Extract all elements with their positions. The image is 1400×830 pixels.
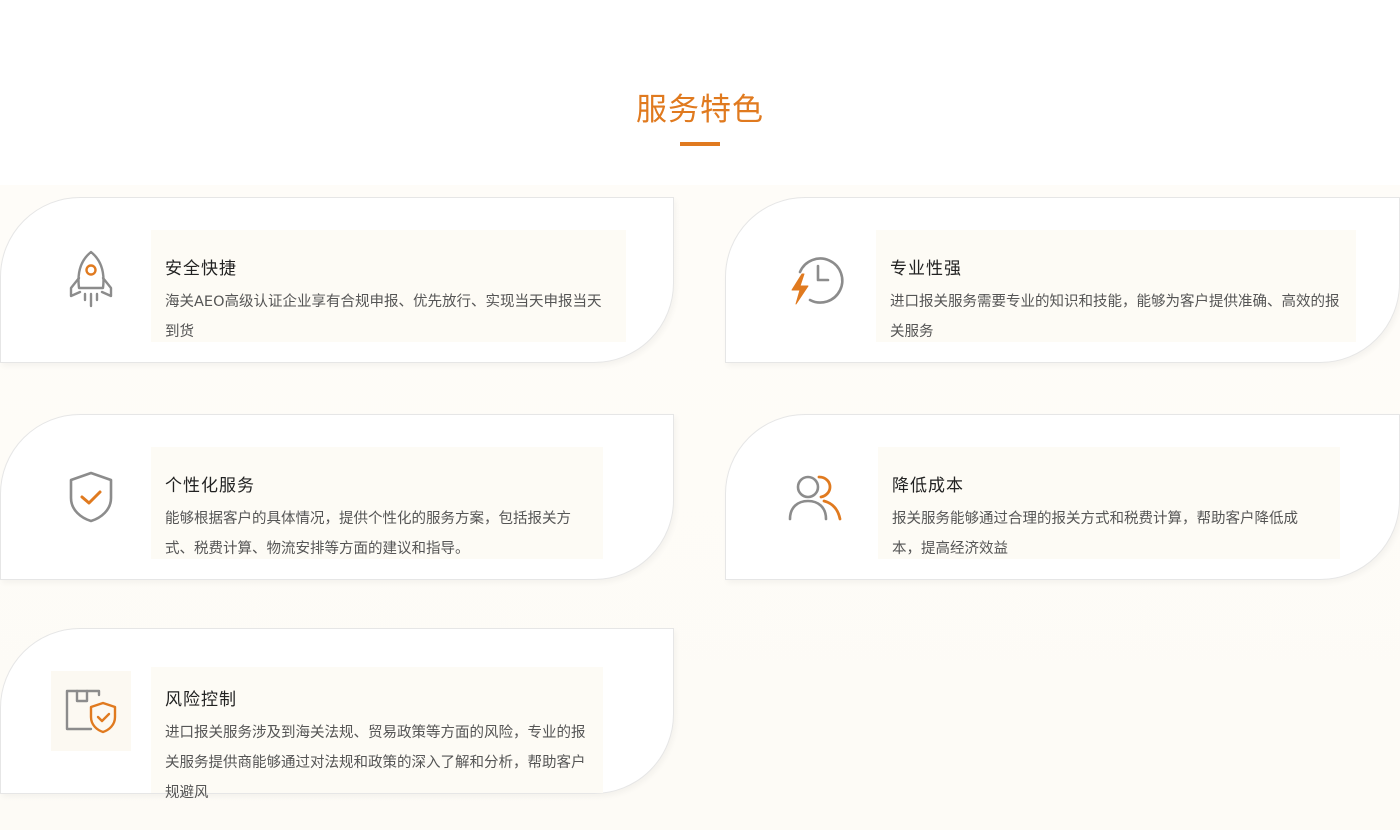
clock-lightning-icon bbox=[776, 240, 856, 320]
card-description: 海关AEO高级认证企业享有合规申报、优先放行、实现当天申报当天到货 bbox=[165, 294, 602, 340]
feature-card-risk-control: 风险控制 进口报关服务涉及到海关法规、贸易政策等方面的风险，专业的报关服务提供商… bbox=[0, 628, 674, 801]
section-title: 服务特色 bbox=[636, 92, 764, 128]
card-text: 专业性强 进口报关服务需要专业的知识和技能，能够为客户提供准确、高效的报关服务 bbox=[876, 230, 1356, 342]
card-title: 风险控制 bbox=[165, 690, 237, 710]
feature-card-personalized: 个性化服务 能够根据客户的具体情况，提供个性化的服务方案，包括报关方式、税费计算… bbox=[0, 414, 674, 580]
users-icon bbox=[776, 457, 856, 537]
feature-card-reduce-cost: 降低成本 报关服务能够通过合理的报关方式和税费计算，帮助客户降低成本，提高经济效… bbox=[725, 414, 1400, 580]
card-text: 个性化服务 能够根据客户的具体情况，提供个性化的服务方案，包括报关方式、税费计算… bbox=[151, 447, 603, 559]
card-description: 能够根据客户的具体情况，提供个性化的服务方案，包括报关方式、税费计算、物流安排等… bbox=[165, 511, 571, 557]
card-title: 降低成本 bbox=[892, 476, 964, 496]
card-title: 安全快捷 bbox=[165, 259, 237, 279]
card-text: 安全快捷 海关AEO高级认证企业享有合规申报、优先放行、实现当天申报当天到货 bbox=[151, 230, 626, 342]
card-text: 风险控制 进口报关服务涉及到海关法规、贸易政策等方面的风险，专业的报关服务提供商… bbox=[151, 667, 603, 801]
shield-check-icon bbox=[51, 457, 131, 537]
feature-card-professional: 专业性强 进口报关服务需要专业的知识和技能，能够为客户提供准确、高效的报关服务 bbox=[725, 197, 1400, 363]
rocket-icon bbox=[51, 240, 131, 320]
card-title: 个性化服务 bbox=[165, 476, 255, 496]
card-text: 降低成本 报关服务能够通过合理的报关方式和税费计算，帮助客户降低成本，提高经济效… bbox=[878, 447, 1340, 559]
feature-card-safe-fast: 安全快捷 海关AEO高级认证企业享有合规申报、优先放行、实现当天申报当天到货 bbox=[0, 197, 674, 363]
card-title: 专业性强 bbox=[890, 259, 962, 279]
card-description: 进口报关服务需要专业的知识和技能，能够为客户提供准确、高效的报关服务 bbox=[890, 294, 1340, 340]
title-underline bbox=[680, 142, 720, 146]
box-shield-icon bbox=[51, 671, 131, 751]
card-description: 报关服务能够通过合理的报关方式和税费计算，帮助客户降低成本，提高经济效益 bbox=[892, 511, 1298, 557]
card-description: 进口报关服务涉及到海关法规、贸易政策等方面的风险，专业的报关服务提供商能够通过对… bbox=[165, 725, 586, 801]
